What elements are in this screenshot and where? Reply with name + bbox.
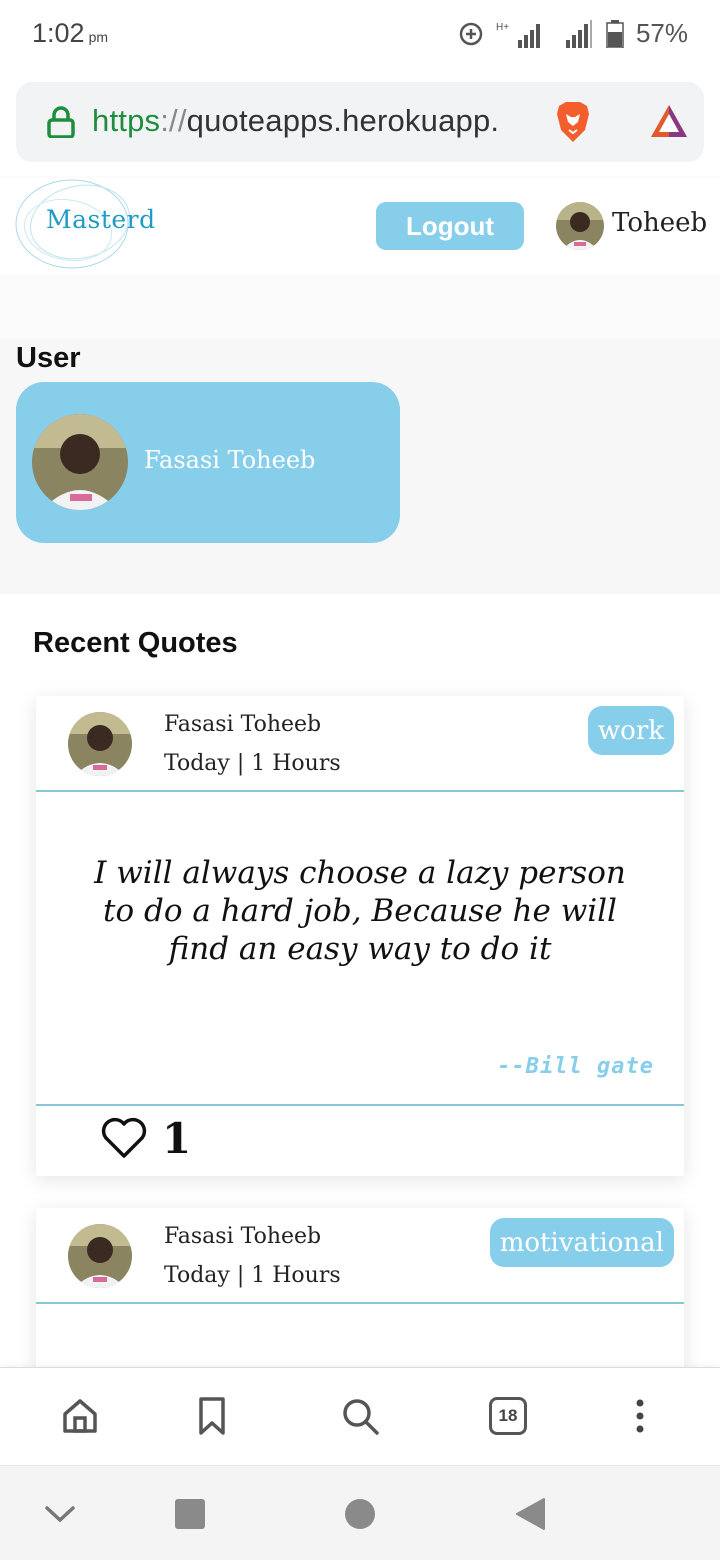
quote-author-name[interactable]: Fasasi Toheeb bbox=[164, 1224, 321, 1249]
status-time: 1:02 pm bbox=[32, 18, 108, 49]
quote-author-avatar[interactable] bbox=[68, 712, 132, 776]
bookmark-icon bbox=[199, 1397, 225, 1435]
more-vert-icon bbox=[636, 1399, 644, 1433]
heart-icon[interactable] bbox=[98, 1114, 150, 1162]
battery-percent: 57% bbox=[635, 18, 688, 48]
battery-icon bbox=[606, 19, 624, 48]
avatar-photo-icon bbox=[32, 414, 128, 510]
user-card-name: Fasasi Toheeb bbox=[144, 446, 316, 474]
chevron-down-icon bbox=[45, 1506, 75, 1523]
quote-divider bbox=[36, 790, 684, 792]
quote-timestamp: Today | 1 Hours bbox=[164, 1263, 341, 1288]
user-heading: User bbox=[16, 342, 81, 374]
avatar-photo-icon bbox=[68, 1224, 132, 1288]
quote-card: Fasasi Toheeb Today | 1 Hours work I wil… bbox=[36, 696, 684, 1176]
search-button[interactable] bbox=[338, 1394, 382, 1438]
svg-text:H+: H+ bbox=[496, 22, 509, 33]
header-avatar[interactable] bbox=[556, 202, 604, 250]
quote-divider-bottom bbox=[36, 1104, 684, 1106]
user-card[interactable]: Fasasi Toheeb bbox=[16, 382, 400, 543]
quote-author-name[interactable]: Fasasi Toheeb bbox=[164, 712, 321, 737]
bookmark-button[interactable] bbox=[190, 1394, 234, 1438]
url-scheme: https bbox=[92, 103, 161, 138]
brave-shield-icon[interactable] bbox=[554, 100, 592, 144]
url-host: quoteapps.herokuapp. bbox=[186, 103, 500, 138]
home-icon bbox=[63, 1399, 97, 1433]
back-triangle-icon bbox=[516, 1498, 545, 1530]
site-header: Masterd Logout Toheeb bbox=[0, 178, 720, 274]
quote-tag-badge[interactable]: motivational bbox=[489, 1218, 674, 1267]
like-count: 1 bbox=[162, 1114, 192, 1163]
menu-button[interactable] bbox=[618, 1394, 662, 1438]
spacer-band bbox=[0, 274, 720, 338]
nav-collapse-button[interactable] bbox=[40, 1494, 80, 1534]
status-icons: H+ 57% bbox=[458, 18, 688, 49]
lock-icon[interactable] bbox=[46, 106, 76, 138]
quote-divider bbox=[36, 1302, 684, 1304]
nav-recents-button[interactable] bbox=[170, 1494, 210, 1534]
url-bar[interactable]: https://quoteapps.herokuapp. bbox=[16, 82, 704, 162]
avatar-photo-icon bbox=[556, 202, 604, 250]
browser-bottom-bar: 18 bbox=[0, 1367, 720, 1465]
tab-count: 18 bbox=[489, 1397, 527, 1435]
quote-text: I will always choose a lazy person to do… bbox=[94, 855, 626, 967]
quote-source: --Bill gate bbox=[497, 1054, 654, 1079]
recent-quotes-heading: Recent Quotes bbox=[33, 627, 238, 659]
ampm-text: pm bbox=[88, 29, 109, 45]
status-bar: 1:02 pm H+ 57% bbox=[0, 0, 720, 70]
header-username[interactable]: Toheeb bbox=[612, 208, 707, 238]
nav-back-button[interactable] bbox=[510, 1494, 550, 1534]
android-nav-bar bbox=[0, 1465, 720, 1560]
logout-button[interactable]: Logout bbox=[376, 202, 524, 250]
nav-home-button[interactable] bbox=[340, 1494, 380, 1534]
search-icon bbox=[343, 1399, 379, 1435]
site-logo[interactable]: Masterd bbox=[14, 178, 174, 274]
quote-tag-badge[interactable]: work bbox=[587, 706, 674, 755]
signal-icon bbox=[565, 19, 592, 48]
time-text: 1:02 bbox=[32, 18, 85, 48]
tabs-button[interactable]: 18 bbox=[486, 1394, 530, 1438]
url-text[interactable]: https://quoteapps.herokuapp. bbox=[92, 103, 499, 139]
home-button[interactable] bbox=[58, 1394, 102, 1438]
user-section: User Fasasi Toheeb bbox=[0, 338, 720, 594]
user-card-avatar[interactable] bbox=[32, 414, 128, 510]
rewards-triangle-icon[interactable] bbox=[648, 102, 690, 140]
signal-hplus-icon: H+ bbox=[496, 22, 540, 48]
avatar-photo-icon bbox=[68, 712, 132, 776]
quote-timestamp: Today | 1 Hours bbox=[164, 751, 341, 776]
square-icon bbox=[175, 1499, 205, 1529]
quote-author-avatar[interactable] bbox=[68, 1224, 132, 1288]
logo-text: Masterd bbox=[46, 205, 156, 234]
circle-icon bbox=[345, 1499, 375, 1529]
url-separator: :// bbox=[160, 103, 187, 138]
data-saver-icon bbox=[459, 22, 483, 45]
